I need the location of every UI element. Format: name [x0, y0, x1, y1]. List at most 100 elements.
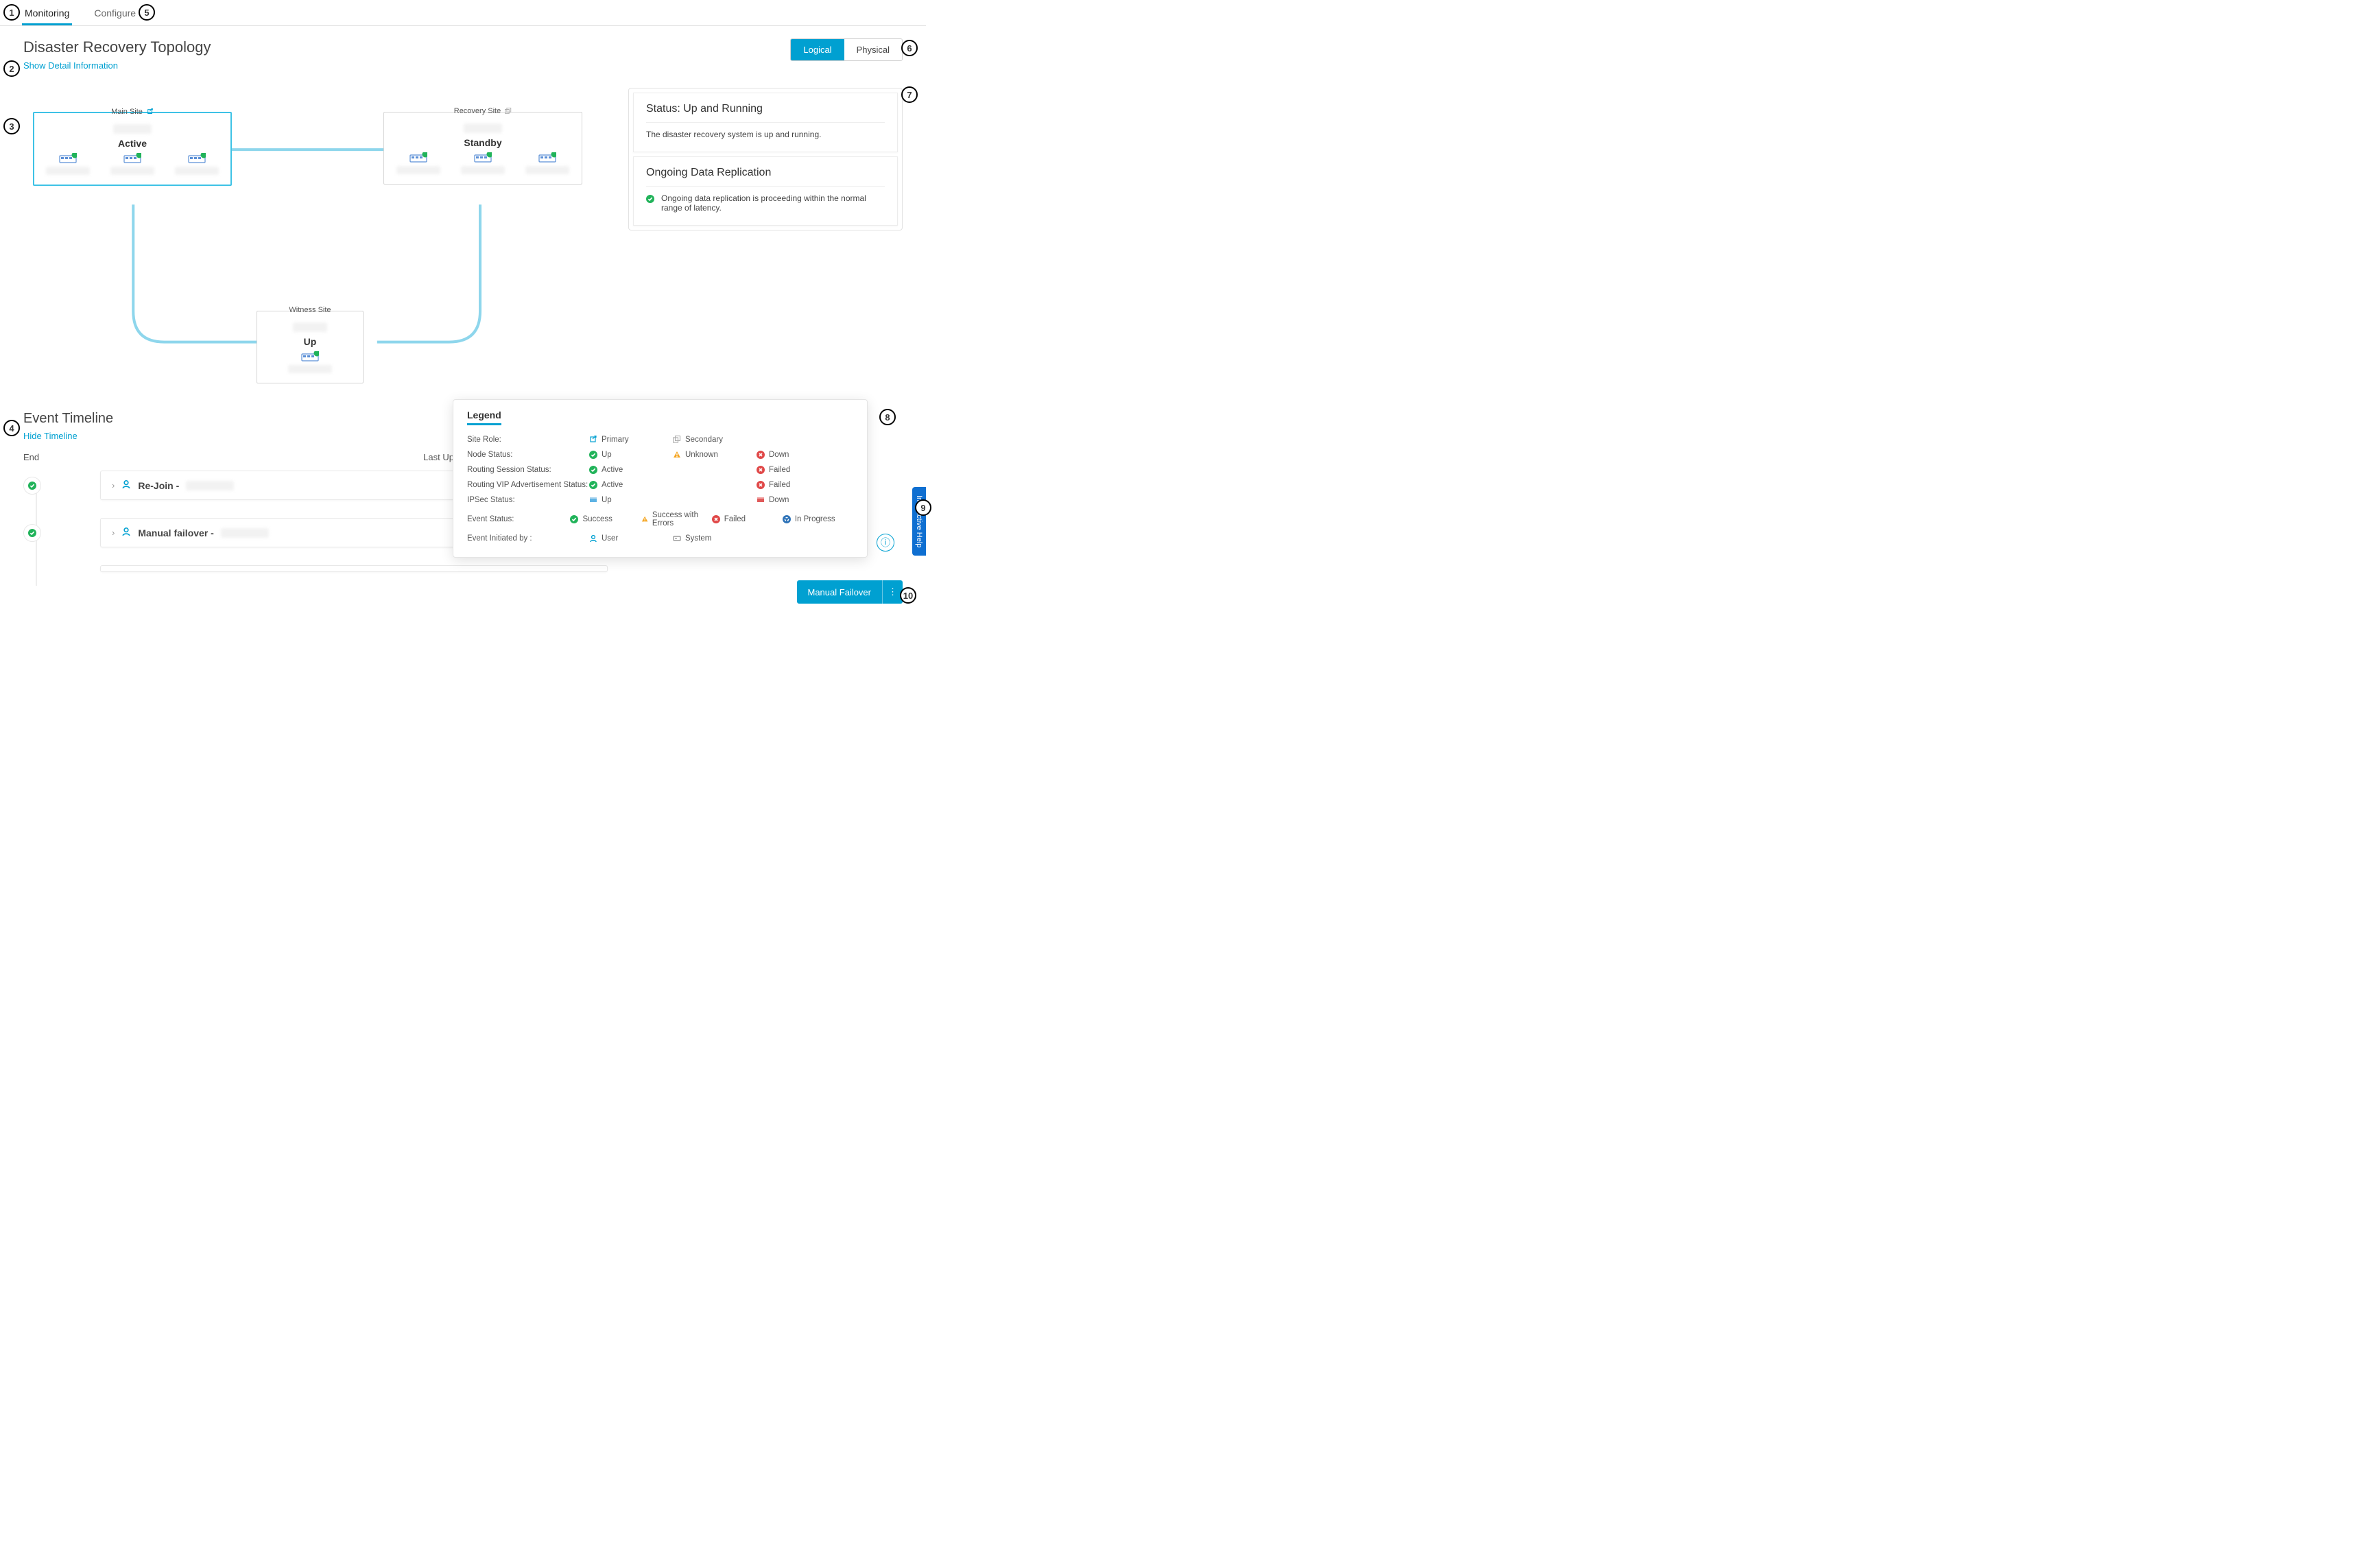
device-icon [474, 152, 492, 163]
action-bar: Manual Failover ⋮ [797, 580, 903, 604]
timeline-status-dot [23, 477, 41, 495]
topology-canvas: Main Site Active Recovery Site Standb [23, 84, 903, 400]
action-menu-button[interactable]: ⋮ [882, 580, 903, 604]
in-progress-icon [783, 515, 791, 523]
timeline-event-label: Manual failover - [138, 527, 213, 538]
primary-icon [589, 436, 597, 444]
tab-monitoring[interactable]: Monitoring [22, 1, 72, 25]
timeline-event-label: Re-Join - [138, 480, 179, 491]
redacted-text [293, 322, 327, 332]
callout-4: 4 [3, 420, 20, 436]
main-site-state: Active [41, 138, 224, 149]
callout-3: 3 [3, 118, 20, 134]
callout-2: 2 [3, 60, 20, 77]
system-icon [673, 534, 681, 543]
redacted-text [46, 167, 90, 175]
user-icon [121, 479, 131, 491]
device-icon [59, 153, 77, 164]
warning-icon [673, 451, 681, 459]
view-toggle-logical[interactable]: Logical [791, 39, 844, 60]
show-detail-link[interactable]: Show Detail Information [23, 60, 118, 71]
manual-failover-button[interactable]: Manual Failover [797, 580, 883, 604]
redacted-text [175, 167, 219, 175]
failed-icon [757, 451, 765, 459]
main-site-box[interactable]: Main Site Active [33, 112, 232, 186]
success-icon [570, 515, 578, 523]
timeline-item [23, 565, 903, 572]
legend-popover: Legend Site Role: Primary Secondary Node… [453, 399, 868, 558]
device-icon [188, 153, 206, 164]
secondary-icon [673, 436, 681, 444]
ipsec-up-icon [589, 496, 597, 504]
device-icon [409, 152, 427, 163]
redacted-text [113, 124, 152, 134]
success-icon [589, 466, 597, 474]
legend-row: Node Status: Up Unknown Down [467, 447, 853, 462]
redacted-text [221, 528, 269, 538]
interactive-help-tab[interactable]: Interactive Help [912, 487, 926, 556]
failed-icon [712, 515, 720, 523]
callout-5: 5 [139, 4, 155, 21]
success-icon [28, 482, 36, 490]
warning-icon [641, 515, 648, 523]
user-icon [589, 534, 597, 543]
primary-icon [147, 108, 154, 115]
user-icon [121, 527, 131, 538]
success-icon [28, 529, 36, 537]
legend-row: Routing VIP Advertisement Status: Active… [467, 477, 853, 493]
timeline-card-partial [100, 565, 608, 572]
timeline-end-label: End [23, 452, 39, 462]
chevron-right-icon: › [112, 527, 115, 538]
redacted-text [396, 166, 440, 174]
status-panel: Status: Up and Running The disaster reco… [628, 88, 903, 230]
redacted-text [461, 166, 505, 174]
chevron-right-icon: › [112, 480, 115, 490]
recovery-site-box[interactable]: Recovery Site Standby [383, 112, 582, 185]
view-toggle: Logical Physical [790, 38, 903, 61]
callout-10: 10 [900, 587, 916, 604]
success-icon [646, 195, 654, 203]
callout-9: 9 [915, 499, 931, 516]
success-icon [589, 481, 597, 489]
callout-6: 6 [901, 40, 918, 56]
secondary-icon [505, 108, 512, 115]
witness-site-box[interactable]: Witness Site Up [257, 311, 364, 383]
failed-icon [757, 466, 765, 474]
main-site-label: Main Site [111, 108, 154, 116]
callout-8: 8 [879, 409, 896, 425]
info-icon-button[interactable]: ⓘ [877, 534, 894, 551]
status-up-title: Status: Up and Running [646, 103, 885, 123]
status-up-card: Status: Up and Running The disaster reco… [633, 93, 898, 152]
redacted-text [186, 481, 234, 490]
recovery-site-state: Standby [391, 137, 575, 148]
legend-row: Event Status: Success Success with Error… [467, 508, 853, 531]
status-replication-card: Ongoing Data Replication Ongoing data re… [633, 156, 898, 226]
status-up-desc: The disaster recovery system is up and r… [646, 130, 885, 139]
witness-site-label: Witness Site [289, 306, 331, 314]
tab-configure[interactable]: Configure [91, 1, 139, 25]
legend-title: Legend [467, 410, 501, 425]
redacted-text [525, 166, 569, 174]
witness-site-state: Up [264, 336, 356, 347]
status-repl-title: Ongoing Data Replication [646, 167, 885, 187]
legend-row: Event Initiated by : User System [467, 531, 853, 546]
legend-row: Routing Session Status: Active Failed [467, 462, 853, 477]
callout-7: 7 [901, 86, 918, 103]
failed-icon [757, 481, 765, 489]
page-title: Disaster Recovery Topology [23, 38, 903, 56]
timeline-status-dot [23, 524, 41, 542]
callout-1: 1 [3, 4, 20, 21]
recovery-site-label: Recovery Site [454, 107, 512, 115]
view-toggle-physical[interactable]: Physical [844, 39, 902, 60]
legend-row: IPSec Status: Up Down [467, 493, 853, 508]
hide-timeline-link[interactable]: Hide Timeline [23, 431, 78, 441]
redacted-text [110, 167, 154, 175]
device-icon [301, 351, 319, 362]
legend-row: Site Role: Primary Secondary [467, 432, 853, 447]
success-icon [589, 451, 597, 459]
ipsec-down-icon [757, 496, 765, 504]
redacted-text [288, 365, 332, 373]
device-icon [123, 153, 141, 164]
device-icon [538, 152, 556, 163]
redacted-text [464, 123, 502, 133]
